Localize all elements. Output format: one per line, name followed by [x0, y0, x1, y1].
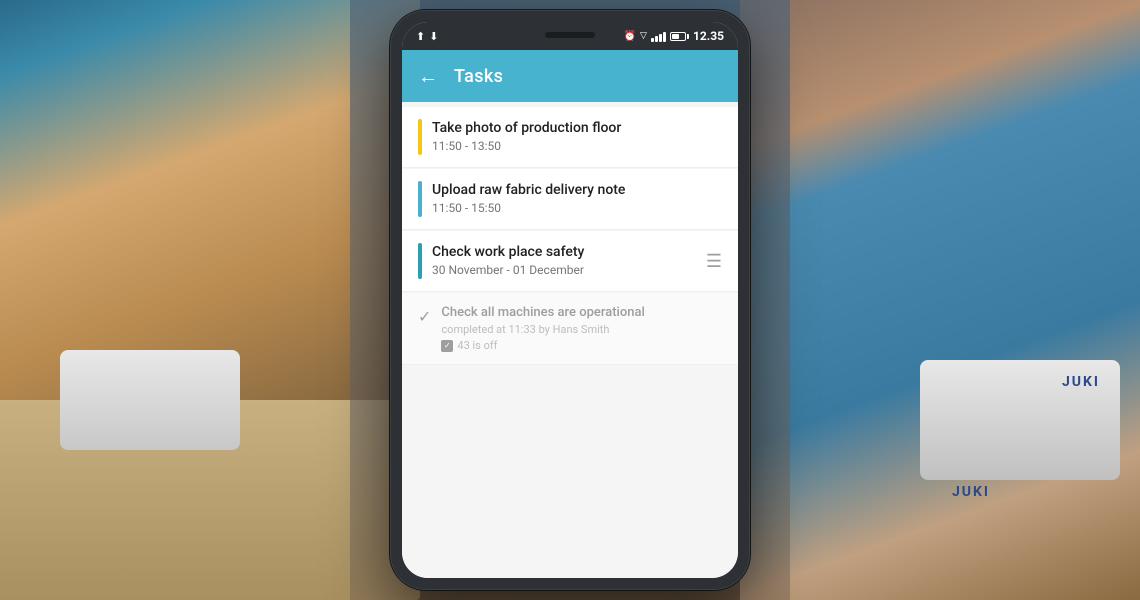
checkbox-check: ✓ — [444, 342, 451, 350]
task-time-1: 11:50 - 13:50 — [432, 139, 722, 153]
checkbox-label: 43 is off — [457, 339, 497, 352]
battery-body — [670, 32, 686, 41]
signal-bar-2 — [655, 36, 658, 42]
battery-indicator — [670, 32, 689, 41]
task-list: Take photo of production floor 11:50 - 1… — [402, 102, 738, 578]
back-button[interactable]: ← — [418, 66, 438, 86]
signal-bar-3 — [659, 34, 662, 42]
task-checkbox-item[interactable]: ✓ 43 is off — [441, 339, 722, 352]
task-title-2: Upload raw fabric delivery note — [432, 181, 722, 199]
signal-bar-1 — [651, 38, 654, 42]
task-content-1: Take photo of production floor 11:50 - 1… — [432, 119, 722, 153]
task-item-1[interactable]: Take photo of production floor 11:50 - 1… — [402, 107, 738, 168]
wifi-icon: ▽ — [640, 31, 647, 41]
task-content-3: Check work place safety 30 November - 01… — [432, 243, 696, 277]
app-bar: ← Tasks — [402, 50, 738, 102]
signal-bar-4 — [663, 32, 666, 42]
task-content-4: Check all machines are operational compl… — [441, 305, 722, 352]
task-content-2: Upload raw fabric delivery note 11:50 - … — [432, 181, 722, 215]
juki-label-2: JUKI — [952, 484, 990, 500]
task-time-2: 11:50 - 15:50 — [432, 201, 722, 215]
task-bar-1 — [418, 119, 422, 155]
phone-screen: ⬆ ⬇ ⏰ ▽ — [402, 22, 738, 578]
app-bar-title: Tasks — [454, 66, 503, 87]
task-title-3: Check work place safety — [432, 243, 696, 261]
task-completed-by: completed at 11:33 by Hans Smith — [441, 322, 722, 337]
task-title-1: Take photo of production floor — [432, 119, 722, 137]
signal-bars — [651, 30, 666, 42]
task-completed-title: Check all machines are operational — [441, 305, 722, 320]
task-bar-3 — [418, 243, 422, 279]
battery-tip — [687, 34, 689, 39]
factory-person-right: JUKI JUKI — [740, 0, 1140, 600]
sewing-machine-left — [60, 350, 240, 450]
task-item-2[interactable]: Upload raw fabric delivery note 11:50 - … — [402, 169, 738, 230]
status-left-icons: ⬆ ⬇ — [416, 30, 438, 43]
status-time: 12.35 — [693, 29, 724, 43]
phone-device: ⬆ ⬇ ⏰ ▽ — [390, 10, 750, 590]
alarm-icon: ⏰ — [624, 31, 636, 42]
task-item-3[interactable]: Check work place safety 30 November - 01… — [402, 231, 738, 292]
phone-speaker — [545, 32, 595, 38]
battery-fill — [672, 34, 679, 39]
phone-wrapper: ⬆ ⬇ ⏰ ▽ — [390, 10, 750, 590]
status-right-icons: ⏰ ▽ — [624, 29, 724, 43]
task-check-icon: ✓ — [418, 307, 431, 326]
mini-checkbox[interactable]: ✓ — [441, 340, 453, 352]
task-item-4[interactable]: ✓ Check all machines are operational com… — [402, 293, 738, 365]
task-bar-2 — [418, 181, 422, 217]
task-list-icon: ☰ — [706, 251, 722, 272]
juki-label: JUKI — [1062, 374, 1100, 390]
task-time-3: 30 November - 01 December — [432, 263, 696, 277]
upload-icon: ⬆ — [416, 30, 425, 43]
copy-icon: ⬇ — [429, 30, 438, 43]
